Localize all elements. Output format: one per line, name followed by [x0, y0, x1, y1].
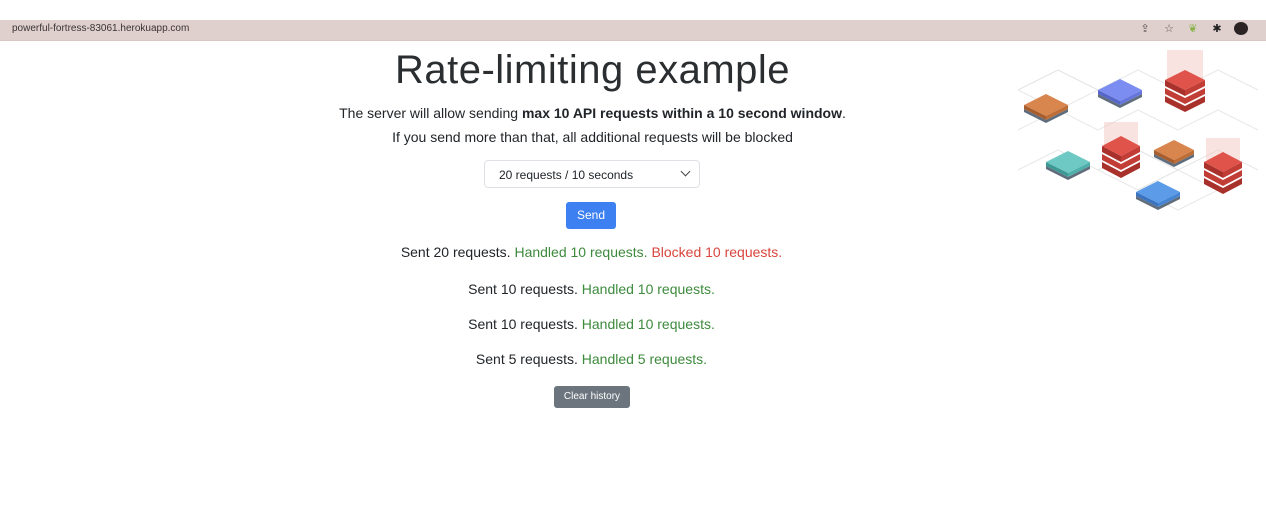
- result-sent: Sent 10 requests.: [468, 316, 578, 332]
- chevron-down-icon: [680, 166, 691, 177]
- result-row: Sent 5 requests. Handled 5 requests.: [0, 351, 1183, 367]
- orange-tile-icon: [1024, 94, 1068, 123]
- result-row: Sent 10 requests. Handled 10 requests.: [0, 281, 1183, 297]
- result-blocked: Blocked 10 requests.: [651, 244, 783, 260]
- description-line-2: If you send more than that, all addition…: [392, 129, 793, 145]
- result-handled: Handled 10 requests.: [581, 281, 715, 297]
- result-handled: Handled 10 requests.: [581, 316, 715, 332]
- result-sent: Sent 20 requests.: [400, 244, 511, 260]
- redis-stack-icon: [1204, 138, 1242, 194]
- result-row: Sent 10 requests. Handled 10 requests.: [0, 316, 1183, 332]
- description-line-1: The server will allow sending max 10 API…: [0, 105, 1185, 121]
- orange-tile-icon: [1154, 140, 1194, 167]
- address-bar[interactable]: powerful-fortress-83061.herokuapp.com ⇪ …: [0, 20, 1266, 40]
- star-icon[interactable]: ☆: [1162, 22, 1176, 35]
- result-row: Sent 20 requests. Handled 10 requests. B…: [0, 244, 1183, 260]
- result-sent: Sent 10 requests.: [468, 281, 578, 297]
- select-value: 20 requests / 10 seconds: [499, 168, 634, 182]
- description-prefix: The server will allow sending: [339, 105, 522, 121]
- extension-icon[interactable]: ❦: [1186, 22, 1200, 35]
- result-handled: Handled 10 requests.: [514, 244, 648, 260]
- profile-avatar[interactable]: [1234, 22, 1248, 35]
- purple-tile-icon: [1098, 79, 1142, 108]
- puzzle-icon[interactable]: ✱: [1210, 22, 1224, 35]
- teal-tile-icon: [1046, 151, 1090, 180]
- send-button[interactable]: Send: [566, 202, 616, 229]
- url-text[interactable]: powerful-fortress-83061.herokuapp.com: [12, 23, 189, 34]
- result-sent: Sent 5 requests.: [475, 351, 578, 367]
- redis-illustration: [1018, 50, 1258, 211]
- request-count-select[interactable]: 20 requests / 10 seconds: [484, 160, 700, 188]
- redis-stack-icon: [1102, 122, 1140, 178]
- blue-tile-icon: [1136, 181, 1180, 210]
- browser-toolbar-icons: ⇪ ☆ ❦ ✱: [1138, 22, 1248, 35]
- redis-stack-icon: [1165, 50, 1205, 112]
- result-handled: Handled 5 requests.: [581, 351, 708, 367]
- clear-history-button[interactable]: Clear history: [554, 386, 630, 408]
- browser-chrome: powerful-fortress-83061.herokuapp.com ⇪ …: [0, 0, 1266, 40]
- description-bold: max 10 API requests within a 10 second w…: [521, 105, 842, 121]
- description-suffix: .: [842, 105, 846, 121]
- share-icon[interactable]: ⇪: [1138, 22, 1152, 35]
- page-title: Rate-limiting example: [394, 48, 791, 92]
